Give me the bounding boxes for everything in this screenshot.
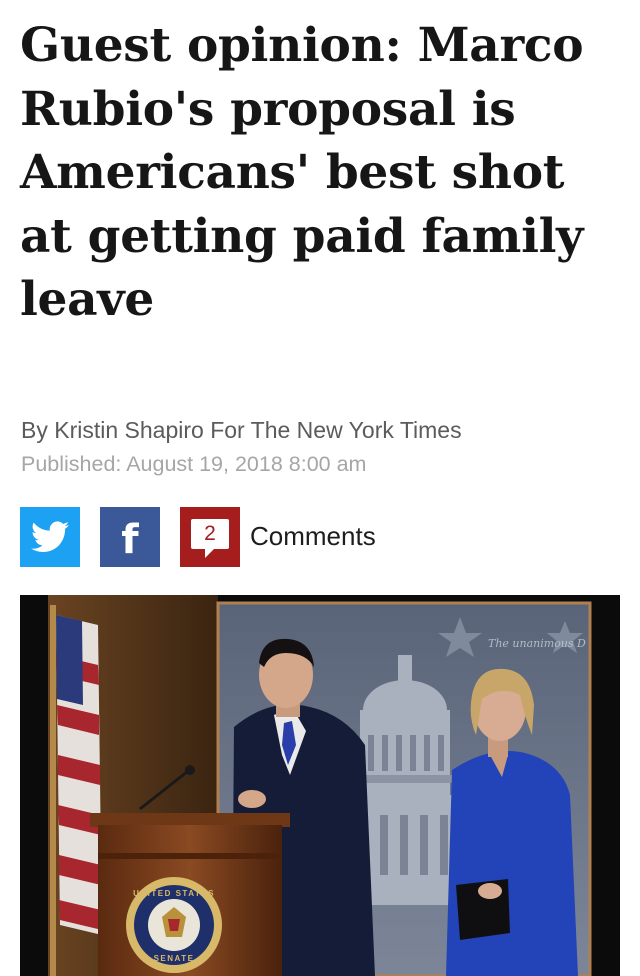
senate-seal: UNITED STATES SENATE: [126, 877, 222, 973]
facebook-share-button[interactable]: f: [100, 507, 160, 567]
twitter-share-button[interactable]: [20, 507, 80, 567]
twitter-bird-icon: [31, 521, 69, 553]
comment-bubble-icon: 2: [191, 519, 229, 558]
article-photo[interactable]: The unanimous D UNITED STATES SENATE: [20, 595, 620, 976]
press-conference-illustration: The unanimous D UNITED STATES SENATE: [20, 595, 620, 976]
byline[interactable]: By Kristin Shapiro For The New York Time…: [21, 417, 462, 444]
comments-link[interactable]: Comments: [250, 521, 376, 552]
seal-top-text: UNITED STATES: [133, 889, 215, 898]
comments-button[interactable]: 2: [180, 507, 240, 567]
backdrop-text: The unanimous D: [488, 637, 586, 650]
facebook-f-icon: f: [121, 517, 139, 563]
podium: UNITED STATES SENATE: [90, 813, 290, 976]
comment-count: 2: [204, 522, 216, 545]
seal-bottom-text: SENATE: [154, 954, 195, 963]
published-date: Published: August 19, 2018 8:00 am: [21, 452, 367, 476]
headline: Guest opinion: Marco Rubio's proposal is…: [20, 18, 584, 327]
